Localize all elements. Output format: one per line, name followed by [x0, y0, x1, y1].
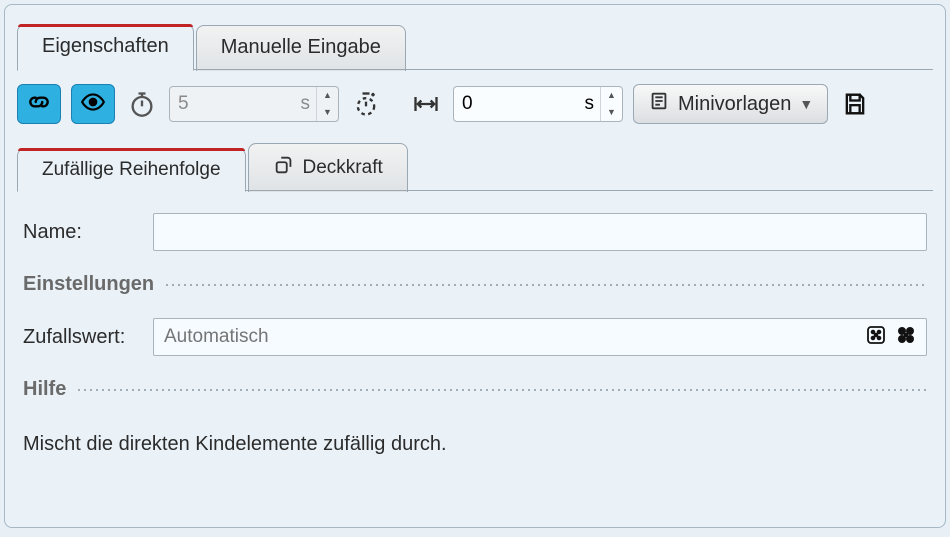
- stopwatch-icon: [125, 87, 159, 121]
- subtab-deckkraft[interactable]: Deckkraft: [248, 143, 408, 192]
- dice-icon[interactable]: [864, 323, 888, 352]
- duration-field[interactable]: s ▲ ▼: [169, 86, 339, 122]
- timing-reset-button[interactable]: [349, 87, 383, 121]
- spin-up-icon[interactable]: ▲: [601, 87, 622, 104]
- section-einstellungen: Einstellungen: [23, 273, 927, 296]
- eye-icon: [80, 89, 106, 120]
- toolbar: s ▲ ▼ s ▲: [5, 70, 945, 134]
- duration-input[interactable]: [170, 93, 301, 115]
- visibility-toggle-button[interactable]: [71, 84, 115, 124]
- section-hilfe: Hilfe: [23, 378, 927, 401]
- subtab-zufaellige-reihenfolge[interactable]: Zufällige Reihenfolge: [17, 148, 246, 192]
- zufallswert-input[interactable]: [154, 326, 856, 348]
- section-einstellungen-label: Einstellungen: [23, 273, 164, 296]
- spin-down-icon[interactable]: ▼: [601, 104, 622, 121]
- clover-icon[interactable]: [894, 323, 918, 352]
- spin-up-icon[interactable]: ▲: [317, 87, 338, 104]
- main-tabstrip: Eigenschaften Manuelle Eingabe: [17, 5, 933, 70]
- zufallswert-row: Zufallswert:: [23, 318, 927, 356]
- offset-spinner[interactable]: ▲ ▼: [600, 87, 622, 121]
- template-icon: [648, 90, 670, 118]
- tab-manuelle-eingabe[interactable]: Manuelle Eingabe: [196, 25, 406, 71]
- zufallswert-label: Zufallswert:: [23, 326, 153, 349]
- link-toggle-button[interactable]: [17, 84, 61, 124]
- offset-input[interactable]: [454, 93, 585, 115]
- duration-spinner[interactable]: ▲ ▼: [316, 87, 338, 121]
- sub-tabstrip: Zufällige Reihenfolge Deckkraft: [17, 138, 933, 191]
- tab-eigenschaften-label: Eigenschaften: [42, 35, 169, 57]
- tab-eigenschaften[interactable]: Eigenschaften: [17, 24, 194, 71]
- subtab-deckkraft-label: Deckkraft: [303, 157, 383, 179]
- form-body: Name: Einstellungen Zufallswert:: [5, 191, 945, 466]
- offset-field[interactable]: s ▲ ▼: [453, 86, 623, 122]
- subtab-zufall-label: Zufällige Reihenfolge: [42, 159, 221, 181]
- minivorlagen-dropdown[interactable]: Minivorlagen ▼: [633, 84, 828, 124]
- opacity-icon: [273, 154, 295, 182]
- duration-unit: s: [301, 93, 317, 115]
- zufallswert-field[interactable]: [153, 318, 927, 356]
- name-input[interactable]: [153, 213, 927, 251]
- save-button[interactable]: [838, 87, 872, 121]
- properties-panel: Eigenschaften Manuelle Eingabe: [4, 4, 946, 528]
- tab-manuelle-label: Manuelle Eingabe: [221, 36, 381, 58]
- chevron-down-icon: ▼: [799, 96, 813, 112]
- chain-icon: [26, 89, 52, 120]
- help-text: Mischt die direkten Kindelemente zufälli…: [23, 423, 927, 456]
- offset-unit: s: [585, 93, 601, 115]
- section-hilfe-label: Hilfe: [23, 378, 76, 401]
- name-label: Name:: [23, 221, 153, 244]
- name-row: Name:: [23, 213, 927, 251]
- width-arrows-icon: [409, 87, 443, 121]
- spin-down-icon[interactable]: ▼: [317, 104, 338, 121]
- minivorlagen-label: Minivorlagen: [678, 93, 791, 116]
